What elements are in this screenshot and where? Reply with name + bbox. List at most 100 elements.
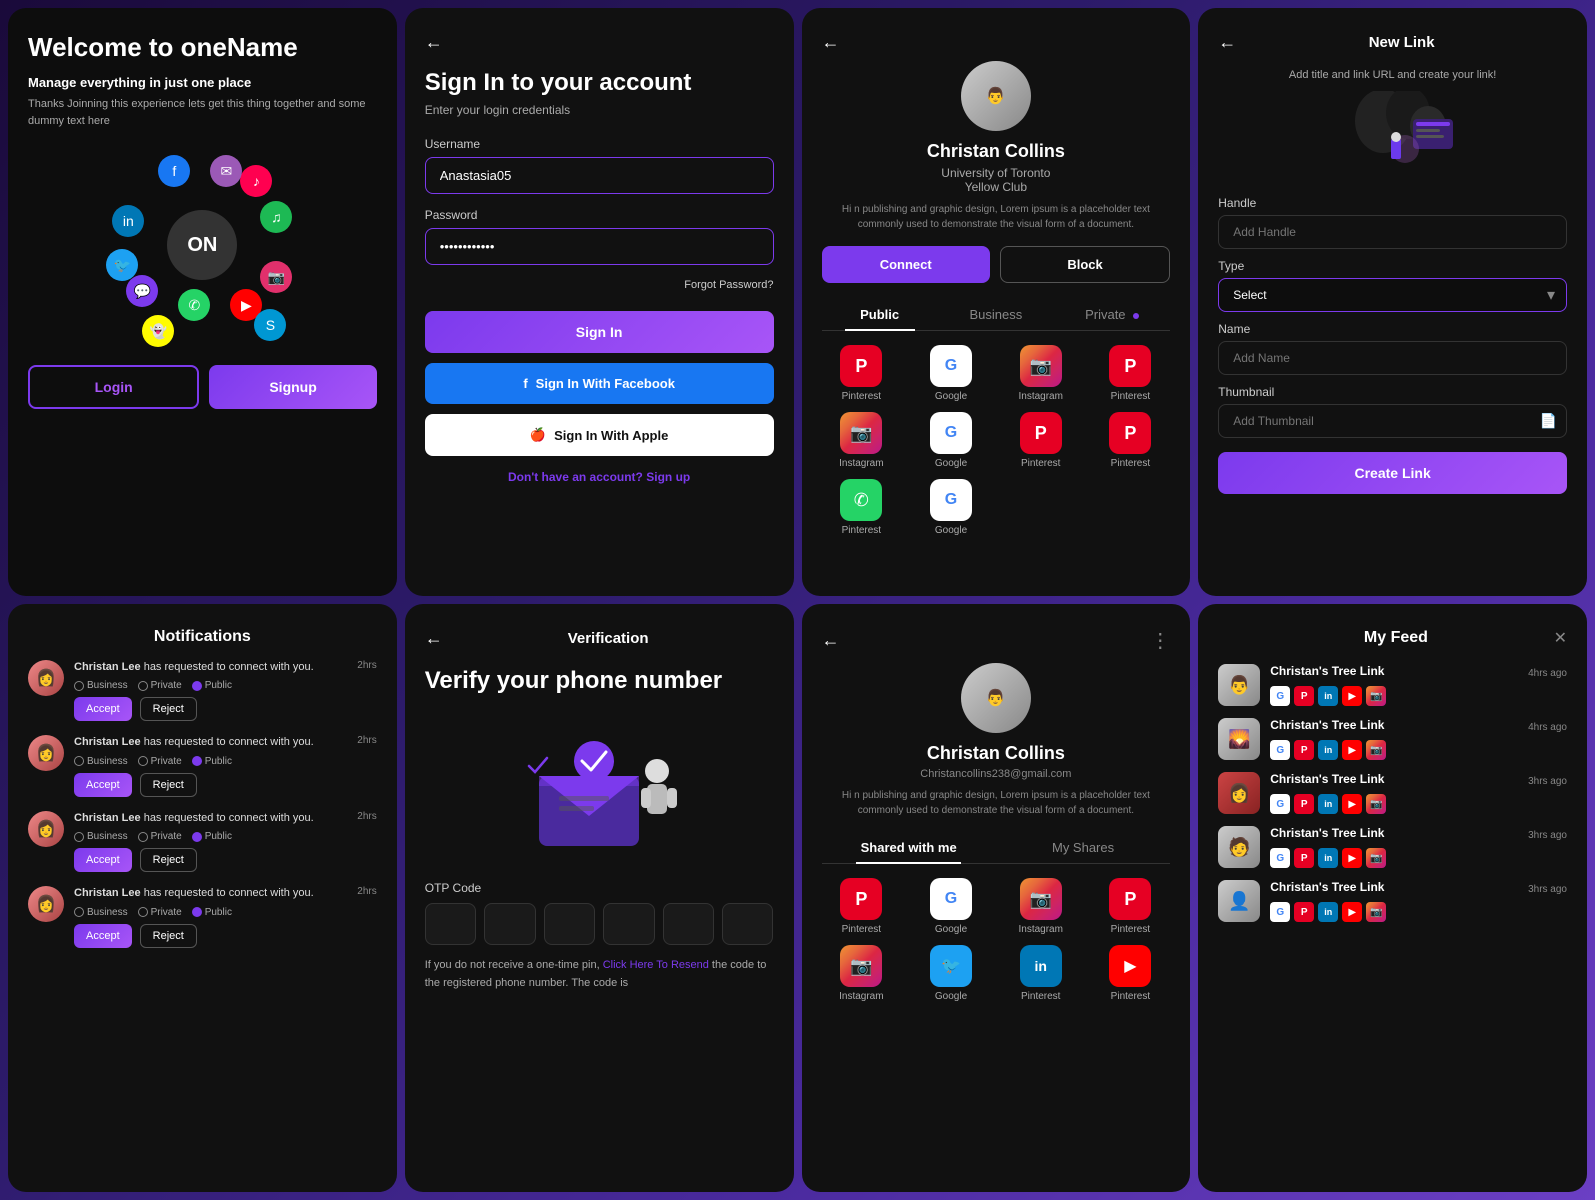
feed-linkedin-icon-3: in [1318, 794, 1338, 814]
radio-business-3[interactable]: Business [74, 831, 128, 842]
password-label: Password [425, 208, 774, 222]
type-select[interactable]: Select Social Website [1218, 278, 1567, 312]
otp-label: OTP Code [425, 881, 774, 895]
notification-item-1: 👩 Christan Lee has requested to connect … [28, 660, 377, 721]
close-feed-icon[interactable]: ✕ [1554, 628, 1567, 648]
action-btns-4: Accept Reject [74, 924, 347, 948]
feed-youtube-icon-4: ▶ [1342, 848, 1362, 868]
signup-button[interactable]: Signup [209, 365, 376, 409]
tab-my-shares[interactable]: My Shares [996, 832, 1170, 863]
radio-private-2[interactable]: Private [138, 756, 182, 767]
tab-public[interactable]: Public [822, 299, 938, 330]
username-input[interactable] [425, 157, 774, 194]
feed-icons-5: G P in ▶ 📷 [1270, 902, 1567, 922]
shared-pinterest-icon-1: P [840, 878, 882, 920]
block-button[interactable]: Block [1000, 246, 1170, 283]
password-input[interactable] [425, 228, 774, 265]
shared-twitter-1[interactable]: 🐦 Google [911, 945, 991, 1002]
apple-signin-button[interactable]: 🍎 Sign In With Apple [425, 414, 774, 456]
shared-instagram-2[interactable]: 📷 Instagram [822, 945, 902, 1002]
welcome-card: Welcome to oneName Manage everything in … [8, 8, 397, 596]
radio-private-1[interactable]: Private [138, 680, 182, 691]
feed-pinterest-icon-5: P [1294, 902, 1314, 922]
profile-back-arrow[interactable]: ← [822, 32, 840, 53]
facebook-signin-button[interactable]: f Sign In With Facebook [425, 363, 774, 404]
social-item-pinterest-2[interactable]: P Pinterest [1091, 345, 1171, 402]
resend-link[interactable]: Click Here To Resend [603, 959, 709, 971]
handle-input[interactable] [1218, 215, 1567, 249]
radio-business-1[interactable]: Business [74, 680, 128, 691]
create-link-button[interactable]: Create Link [1218, 452, 1567, 494]
connect-button[interactable]: Connect [822, 246, 990, 283]
radio-public-3[interactable]: Public [192, 831, 232, 842]
tab-shared-with-me[interactable]: Shared with me [822, 832, 996, 863]
feed-item-2: 🌄 Christan's Tree Link 4hrs ago G P in ▶… [1218, 718, 1567, 760]
shared-youtube-1[interactable]: ▶ Pinterest [1091, 945, 1171, 1002]
social-item-google-1[interactable]: G Google [911, 345, 991, 402]
otp-box-6[interactable] [722, 903, 773, 945]
radio-public-1[interactable]: Public [192, 680, 232, 691]
social-item-pinterest-1[interactable]: P Pinterest [822, 345, 902, 402]
login-button[interactable]: Login [28, 365, 199, 409]
more-options-icon[interactable]: ⋮ [1150, 628, 1170, 653]
social-item-pinterest-4[interactable]: P Pinterest [1091, 412, 1171, 469]
shared-pinterest-1[interactable]: P Pinterest [822, 878, 902, 935]
pinterest-icon: P [840, 345, 882, 387]
instagram-icon: 📷 [1020, 345, 1062, 387]
reject-button-4[interactable]: Reject [140, 924, 197, 948]
otp-box-2[interactable] [484, 903, 535, 945]
notif-text-3: Christan Lee has requested to connect wi… [74, 811, 347, 826]
social-item-google-3[interactable]: G Google [911, 479, 991, 536]
feed-icons-4: G P in ▶ 📷 [1270, 848, 1567, 868]
notification-item-3: 👩 Christan Lee has requested to connect … [28, 811, 377, 872]
radio-public-4[interactable]: Public [192, 907, 232, 918]
shared-back-arrow[interactable]: ← [822, 630, 840, 651]
feed-pinterest-icon-4: P [1294, 848, 1314, 868]
radio-business-4[interactable]: Business [74, 907, 128, 918]
reject-button-2[interactable]: Reject [140, 773, 197, 797]
feed-pinterest-icon-1: P [1294, 686, 1314, 706]
reject-button-3[interactable]: Reject [140, 848, 197, 872]
signup-link[interactable]: Sign up [646, 470, 690, 484]
otp-box-5[interactable] [663, 903, 714, 945]
social-item-whatsapp[interactable]: ✆ Pinterest [822, 479, 902, 536]
newlink-back-arrow[interactable]: ← [1218, 32, 1236, 53]
otp-box-1[interactable] [425, 903, 476, 945]
otp-box-3[interactable] [544, 903, 595, 945]
signin-button[interactable]: Sign In [425, 311, 774, 353]
accept-button-3[interactable]: Accept [74, 848, 132, 872]
accept-button-2[interactable]: Accept [74, 773, 132, 797]
welcome-subtitle: Manage everything in just one place [28, 75, 377, 90]
otp-box-4[interactable] [603, 903, 654, 945]
shared-header: ← ⋮ [822, 628, 1171, 653]
tab-business[interactable]: Business [938, 299, 1054, 330]
radio-public-2[interactable]: Public [192, 756, 232, 767]
social-item-google-2[interactable]: G Google [911, 412, 991, 469]
signin-back-arrow[interactable]: ← [425, 32, 774, 53]
accept-button-1[interactable]: Accept [74, 697, 132, 721]
shared-google-1[interactable]: G Google [911, 878, 991, 935]
shared-linkedin-1[interactable]: in Pinterest [1001, 945, 1081, 1002]
social-item-instagram-1[interactable]: 📷 Instagram [1001, 345, 1081, 402]
accept-button-4[interactable]: Accept [74, 924, 132, 948]
thumbnail-input[interactable] [1218, 404, 1567, 438]
social-item-instagram-2[interactable]: 📷 Instagram [822, 412, 902, 469]
name-input[interactable] [1218, 341, 1567, 375]
notif-avatar-3: 👩 [28, 811, 64, 847]
tab-private[interactable]: Private [1054, 299, 1170, 330]
linkedin-orbit-icon: in [112, 205, 144, 237]
notif-avatar-4: 👩 [28, 886, 64, 922]
radio-private-3[interactable]: Private [138, 831, 182, 842]
shared-instagram-1[interactable]: 📷 Instagram [1001, 878, 1081, 935]
radio-private-4[interactable]: Private [138, 907, 182, 918]
verify-back-arrow[interactable]: ← [425, 628, 443, 649]
radio-row-4: Business Private Public [74, 907, 347, 918]
radio-business-2[interactable]: Business [74, 756, 128, 767]
notif-content-3: Christan Lee has requested to connect wi… [74, 811, 347, 872]
name-label: Name [1218, 322, 1567, 336]
forgot-password-link[interactable]: Forgot Password? [425, 279, 774, 291]
reject-button-1[interactable]: Reject [140, 697, 197, 721]
shared-pinterest-2[interactable]: P Pinterest [1091, 878, 1171, 935]
pinterest-icon-2: P [1109, 345, 1151, 387]
social-item-pinterest-3[interactable]: P Pinterest [1001, 412, 1081, 469]
